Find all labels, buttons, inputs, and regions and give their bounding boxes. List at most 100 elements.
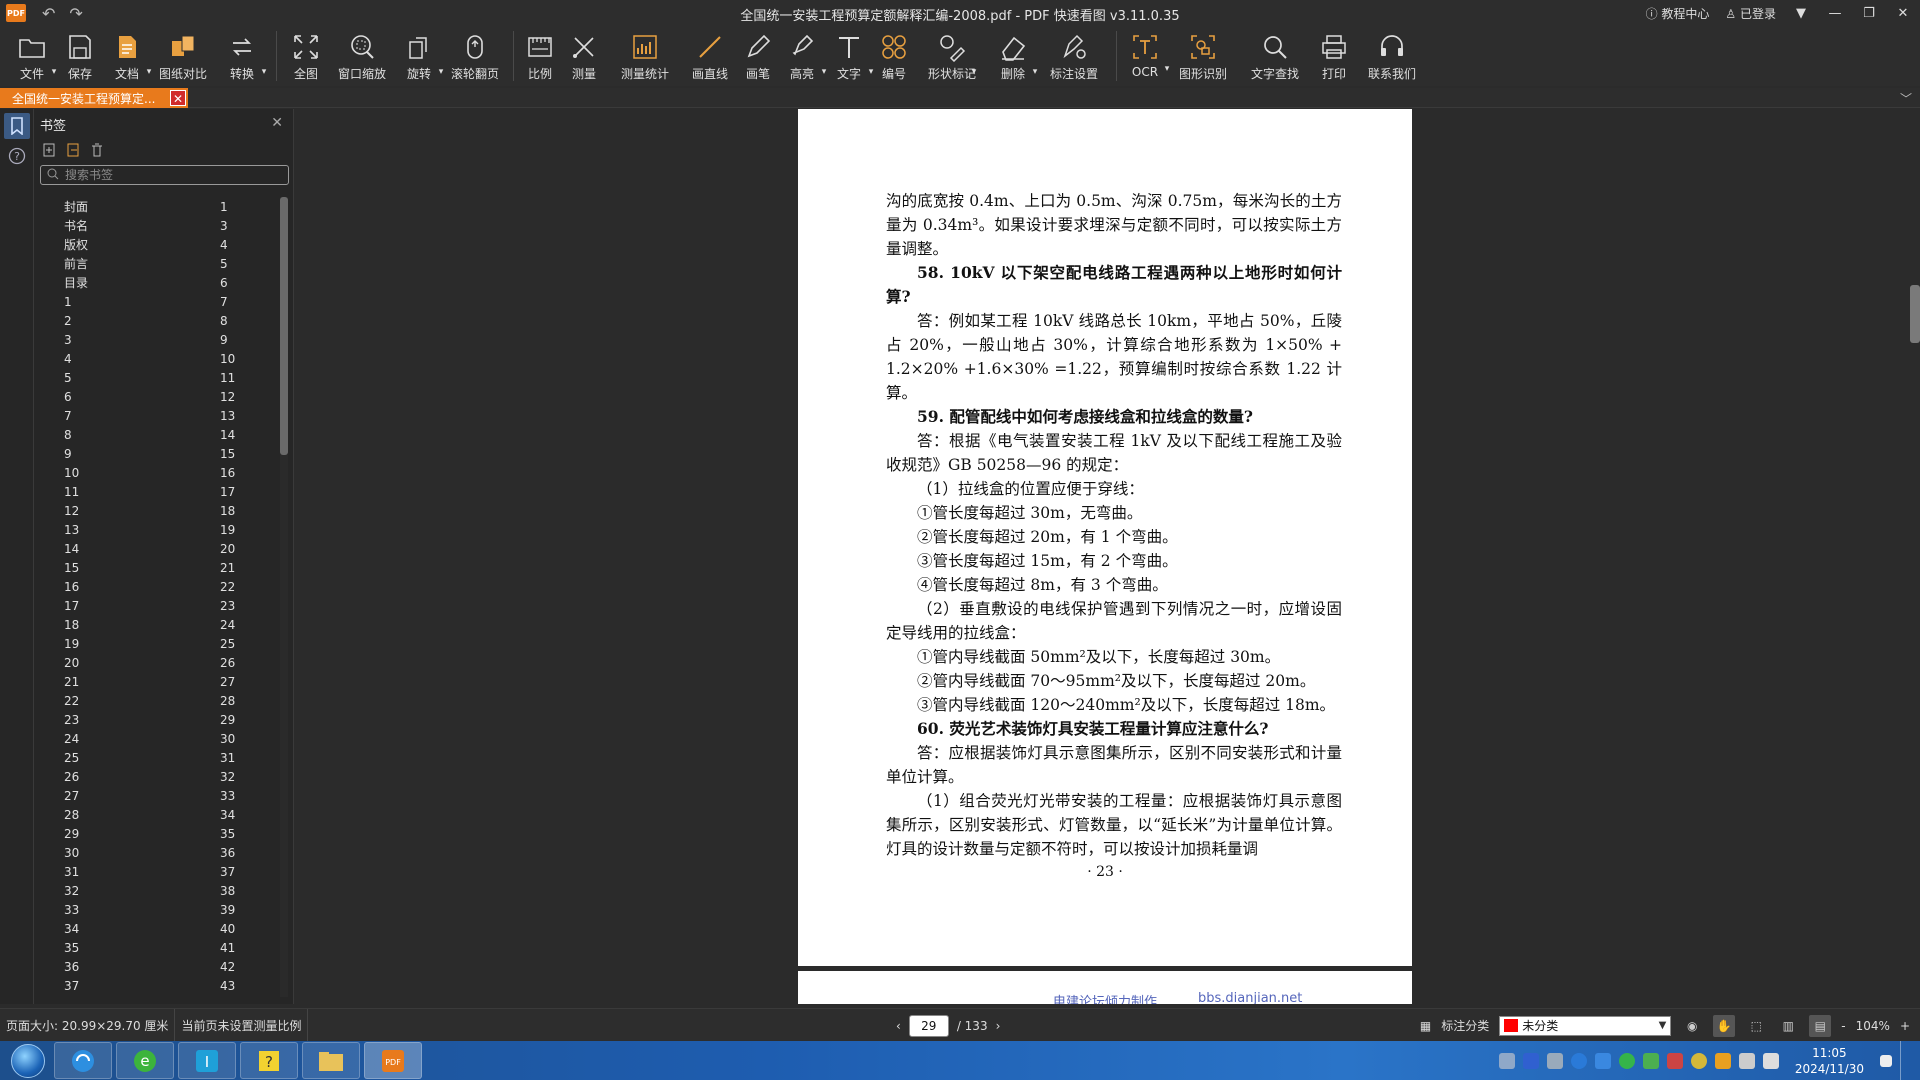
tool-zoom-window-button[interactable]: 窗口缩放 [329, 26, 395, 86]
single-page-view-icon[interactable]: ▥ [1777, 1015, 1799, 1037]
dropdown-arrow-icon[interactable]: ▾ [822, 67, 827, 77]
system-clock[interactable]: 11:05 2024/11/30 [1795, 1045, 1864, 1077]
bookmark-item[interactable]: 17 23 [34, 596, 274, 615]
restore-button[interactable]: ❐ [1860, 6, 1878, 21]
bookmark-item[interactable]: 36 42 [34, 957, 274, 976]
select-tool-icon[interactable]: ⬚ [1745, 1015, 1767, 1037]
help-tray-icon[interactable] [1522, 1052, 1539, 1069]
eye-icon[interactable]: ◉ [1681, 1015, 1703, 1037]
tool-ocr-button[interactable]: OCR ▾ [1123, 26, 1170, 86]
bookmark-item[interactable]: 23 29 [34, 710, 274, 729]
document-viewer[interactable]: 沟的底宽按 0.4m、上口为 0.5m、沟深 0.75m，每米沟长的土方量为 0… [295, 109, 1920, 1004]
close-window-button[interactable]: ✕ [1894, 6, 1912, 21]
tool-headset-button[interactable]: 联系我们 [1357, 26, 1427, 86]
dropdown-arrow-icon[interactable]: ▾ [972, 67, 977, 77]
bookmark-item[interactable]: 24 30 [34, 729, 274, 748]
bookmark-item[interactable]: 8 14 [34, 425, 274, 444]
bookmark-item[interactable]: 前言 5 [34, 254, 274, 273]
sidebar-scroll-thumb[interactable] [280, 197, 288, 455]
tool-shape-recognition-button[interactable]: 图形识别 [1167, 26, 1239, 86]
bookmark-item[interactable]: 29 35 [34, 824, 274, 843]
expand-tray-icon[interactable] [1546, 1052, 1563, 1069]
tool-pen-button[interactable]: 画笔 [738, 26, 778, 86]
add-bookmark-icon[interactable] [42, 143, 56, 160]
document-tab[interactable]: 全国统一安装工程预算定... ✕ [0, 88, 188, 108]
tool-compare-button[interactable]: 图纸对比 [152, 26, 214, 86]
dropdown-arrow-icon[interactable]: ▾ [869, 67, 874, 77]
s-app-icon[interactable] [1594, 1052, 1611, 1069]
bookmark-item[interactable]: 39 [34, 330, 274, 349]
bookmark-item[interactable]: 17 [34, 292, 274, 311]
tool-document-button[interactable]: 文档 ▾ [102, 26, 152, 86]
dropdown-arrow-icon[interactable]: ▾ [439, 67, 444, 77]
taskbar-browser-360[interactable] [54, 1042, 112, 1079]
show-desktop-button[interactable] [1900, 1041, 1914, 1080]
bookmark-item[interactable]: 28 [34, 311, 274, 330]
chevron-down-icon[interactable]: ﹀ [1900, 90, 1912, 107]
taskbar-help-app[interactable]: ? [240, 1042, 298, 1079]
bookmark-item[interactable]: 15 21 [34, 558, 274, 577]
bookmark-item[interactable]: 28 34 [34, 805, 274, 824]
tool-scale-button[interactable]: 比例 [520, 26, 560, 86]
viewer-scroll-thumb[interactable] [1910, 285, 1920, 343]
dropdown-arrow-icon[interactable]: ▾ [262, 67, 267, 77]
bookmark-search-box[interactable] [40, 165, 289, 185]
bookmark-item[interactable]: 21 27 [34, 672, 274, 691]
bookmark-item[interactable]: 35 41 [34, 938, 274, 957]
sun-app-icon[interactable] [1690, 1052, 1707, 1069]
g-app-icon[interactable] [1570, 1052, 1587, 1069]
tool-convert-button[interactable]: 转换 ▾ [214, 26, 270, 86]
menu-dropdown-icon[interactable]: ▼ [1792, 6, 1810, 21]
bookmark-item[interactable]: 37 43 [34, 976, 274, 995]
page-number-input[interactable] [908, 1014, 949, 1037]
bookmark-item[interactable]: 封面 1 [34, 197, 274, 216]
notification-icon[interactable] [1880, 1054, 1892, 1067]
taskbar-file-explorer[interactable] [302, 1042, 360, 1079]
taskbar-text-app[interactable]: I [178, 1042, 236, 1079]
bookmark-item[interactable]: 书名 3 [34, 216, 274, 235]
tool-printer-button[interactable]: 打印 [1311, 26, 1357, 86]
bookmark-item[interactable]: 20 26 [34, 653, 274, 672]
bookmark-item[interactable]: 22 28 [34, 691, 274, 710]
close-icon[interactable]: ✕ [271, 115, 283, 131]
tool-numbering-button[interactable]: 编号 [872, 26, 916, 86]
network-app-icon[interactable] [1642, 1052, 1659, 1069]
bookmark-item[interactable]: 19 25 [34, 634, 274, 653]
e-app-icon[interactable] [1618, 1052, 1635, 1069]
bookmark-item[interactable]: 16 22 [34, 577, 274, 596]
bookmark-item[interactable]: 12 18 [34, 501, 274, 520]
bookmark-item[interactable]: 33 39 [34, 900, 274, 919]
bookmark-item[interactable]: 10 16 [34, 463, 274, 482]
bookmark-item[interactable]: 26 32 [34, 767, 274, 786]
continuous-view-icon[interactable]: ▤ [1809, 1014, 1832, 1037]
tool-save-button[interactable]: 保存 [58, 26, 102, 86]
tool-measure-button[interactable]: 测量 [560, 26, 608, 86]
taskbar-pdf-viewer[interactable]: PDF [364, 1042, 422, 1079]
zoom-in-button[interactable]: + [1900, 1019, 1910, 1033]
help-center-link[interactable]: ⓘ 教程中心 [1646, 5, 1710, 22]
tool-measure-stats-button[interactable]: 测量统计 [608, 26, 682, 86]
taskbar-ie-browser[interactable]: e [116, 1042, 174, 1079]
tool-shape-mark-button[interactable]: 形状标记 ▾ [916, 26, 988, 86]
tool-folder-button[interactable]: 文件 ▾ [6, 26, 58, 86]
undo-icon[interactable]: ↶ [42, 4, 55, 23]
bookmark-item[interactable]: 版权 4 [34, 235, 274, 254]
bookmark-item[interactable]: 6 12 [34, 387, 274, 406]
bookmark-item[interactable]: 目录 6 [34, 273, 274, 292]
bookmark-item[interactable]: 30 36 [34, 843, 274, 862]
tool-fit-all-button[interactable]: 全图 [283, 26, 329, 86]
help-icon[interactable]: ? [4, 143, 30, 169]
tool-highlighter-button[interactable]: 高亮 ▾ [778, 26, 826, 86]
update-icon[interactable] [1714, 1052, 1731, 1069]
bookmark-item[interactable]: 31 37 [34, 862, 274, 881]
bookmark-search-input[interactable] [65, 168, 265, 182]
dropdown-arrow-icon[interactable]: ▾ [1165, 64, 1170, 74]
category-select[interactable]: 未分类 ▼ [1499, 1015, 1672, 1036]
bookmark-item[interactable]: 11 17 [34, 482, 274, 501]
start-button[interactable] [6, 1042, 50, 1080]
bookmark-panel-icon[interactable] [4, 113, 30, 139]
dropdown-arrow-icon[interactable]: ▾ [52, 67, 57, 77]
tool-mouse-wheel-button[interactable]: 滚轮翻页 [443, 26, 507, 86]
bookmark-item[interactable]: 32 38 [34, 881, 274, 900]
bookmark-item[interactable]: 18 24 [34, 615, 274, 634]
